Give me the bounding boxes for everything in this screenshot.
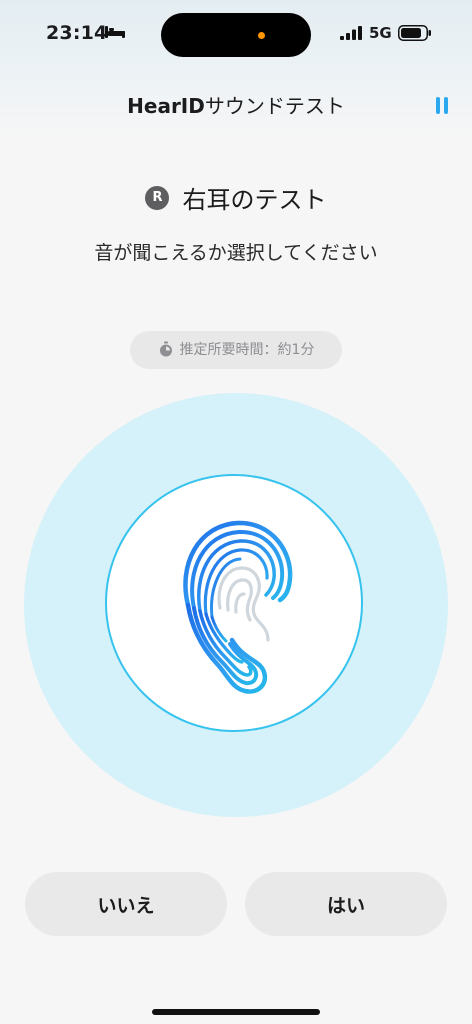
pause-icon [436,97,440,114]
bed-icon [105,26,125,38]
home-indicator[interactable] [152,1009,320,1015]
timer-icon [159,341,172,356]
estimated-time-badge: 推定所要時間：約1分 [130,331,342,369]
brand-name: HearID [127,94,205,118]
ear-side-badge: R [145,185,170,210]
status-time: 23:14 [46,22,108,44]
test-heading: R 右耳のテスト [0,180,472,214]
app-header: HearIDサウンドテスト [0,70,472,140]
pause-button[interactable] [430,94,454,118]
no-button[interactable]: いいえ [25,872,227,936]
instruction-text: 音が聞こえるか選択してください [94,242,378,264]
battery-icon [398,25,431,41]
signal-icon [340,26,362,40]
estimated-time-label: 推定所要時間：約1分 [179,342,315,358]
test-title: 右耳のテスト [182,186,327,214]
dynamic-island [161,13,311,57]
privacy-indicator-dot [258,32,265,39]
ear-fingerprint-icon [183,520,293,694]
page-title: HearIDサウンドテスト [0,90,472,119]
yes-button[interactable]: はい [245,872,447,936]
network-type: 5G [369,24,392,42]
page-title-suffix: サウンドテスト [204,94,345,118]
status-bar: 23:14 5G [0,0,472,70]
pause-icon-bar-right [444,97,448,114]
